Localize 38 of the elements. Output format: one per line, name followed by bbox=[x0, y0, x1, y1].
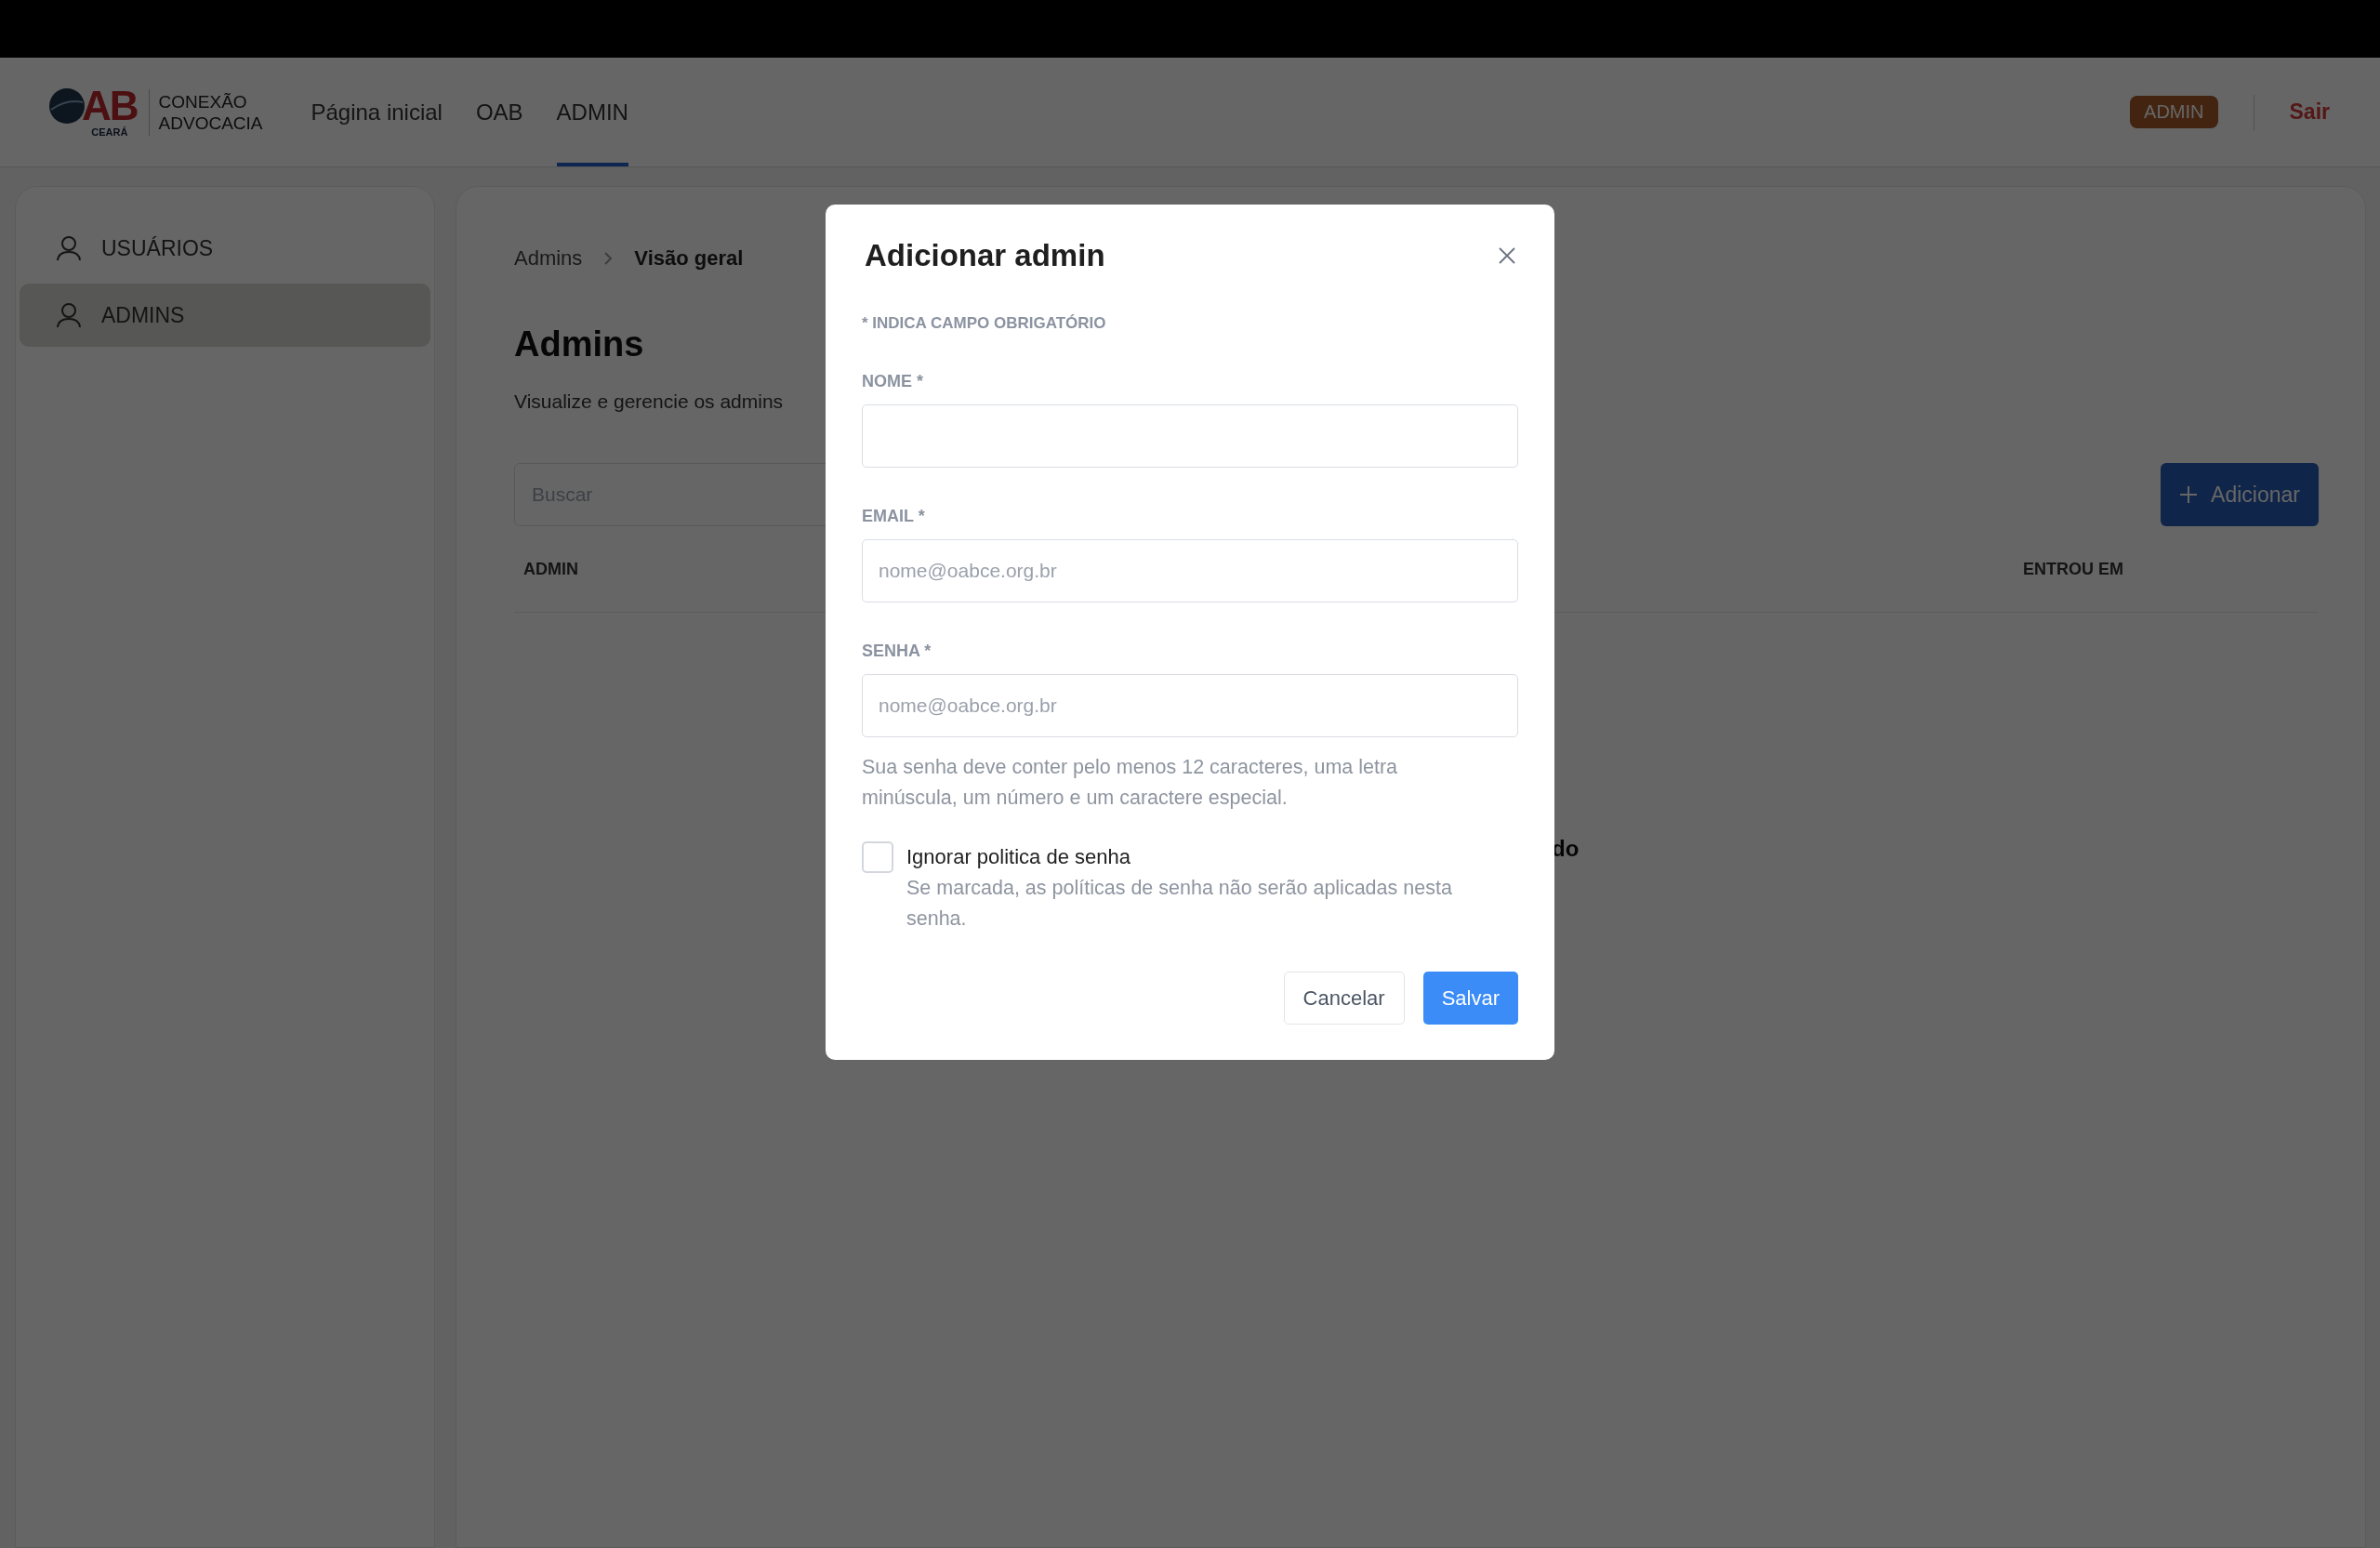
page-subtitle: Visualize e gerencie os admins bbox=[514, 390, 785, 413]
logo-letters: AB bbox=[82, 86, 138, 125]
checkbox-label: Ignorar politica de senha bbox=[906, 845, 1131, 869]
checkbox-description: Se marcada, as políticas de senha não serão aplicadas nesta senha. bbox=[906, 876, 1453, 932]
field-label: NOME * bbox=[862, 372, 924, 391]
field-label: EMAIL * bbox=[862, 507, 926, 526]
input-field[interactable]: nome@oabce.org.br bbox=[862, 674, 1518, 737]
user-icon bbox=[55, 234, 83, 262]
column-header: ADMIN bbox=[523, 559, 578, 579]
help-text: Sua senha deve conter pelo menos 12 caracteres, uma letra minúscula, um número e um caractere especial. bbox=[862, 755, 1399, 811]
logo-caption: CEARÁ bbox=[91, 126, 128, 138]
brand-name: ADVOCACIA bbox=[158, 112, 263, 134]
sidebar-item-label: USUÁRIOS bbox=[101, 235, 214, 261]
breadcrumb-link[interactable]: Visão geral bbox=[634, 246, 744, 271]
add-button[interactable]: Adicionar bbox=[2161, 463, 2319, 526]
column-header: ENTROU EM bbox=[2023, 559, 2123, 579]
nav-link[interactable]: OAB bbox=[475, 58, 523, 166]
logout-link[interactable]: Sair bbox=[2289, 99, 2330, 125]
dialog-title: Adicionar admin bbox=[865, 238, 1105, 273]
role-badge: ADMIN bbox=[2130, 96, 2218, 128]
chevron-right-icon bbox=[602, 250, 615, 267]
sidebar-item-label: ADMINS bbox=[101, 302, 185, 328]
plus-icon bbox=[2179, 485, 2199, 504]
page-title: Admins bbox=[514, 324, 645, 364]
brand-name: CONEXÃO bbox=[158, 90, 248, 112]
input-field[interactable]: nome@oabce.org.br bbox=[862, 539, 1518, 602]
input-field[interactable] bbox=[862, 404, 1518, 468]
close-icon[interactable] bbox=[1498, 246, 1516, 265]
user-icon bbox=[55, 301, 83, 329]
cancel-button[interactable]: Cancelar bbox=[1283, 972, 1405, 1025]
checkbox[interactable] bbox=[862, 841, 893, 873]
field-label: SENHA * bbox=[862, 642, 932, 661]
sidebar-item[interactable]: ADMINS bbox=[20, 284, 430, 347]
save-button[interactable]: Salvar bbox=[1422, 972, 1518, 1025]
nav-link[interactable]: Página inicial bbox=[311, 58, 443, 166]
required-note: * INDICA CAMPO OBRIGATÓRIO bbox=[862, 314, 1107, 333]
sidebar-item[interactable]: USUÁRIOS bbox=[20, 217, 430, 280]
breadcrumb-link[interactable]: Admins bbox=[514, 246, 583, 271]
